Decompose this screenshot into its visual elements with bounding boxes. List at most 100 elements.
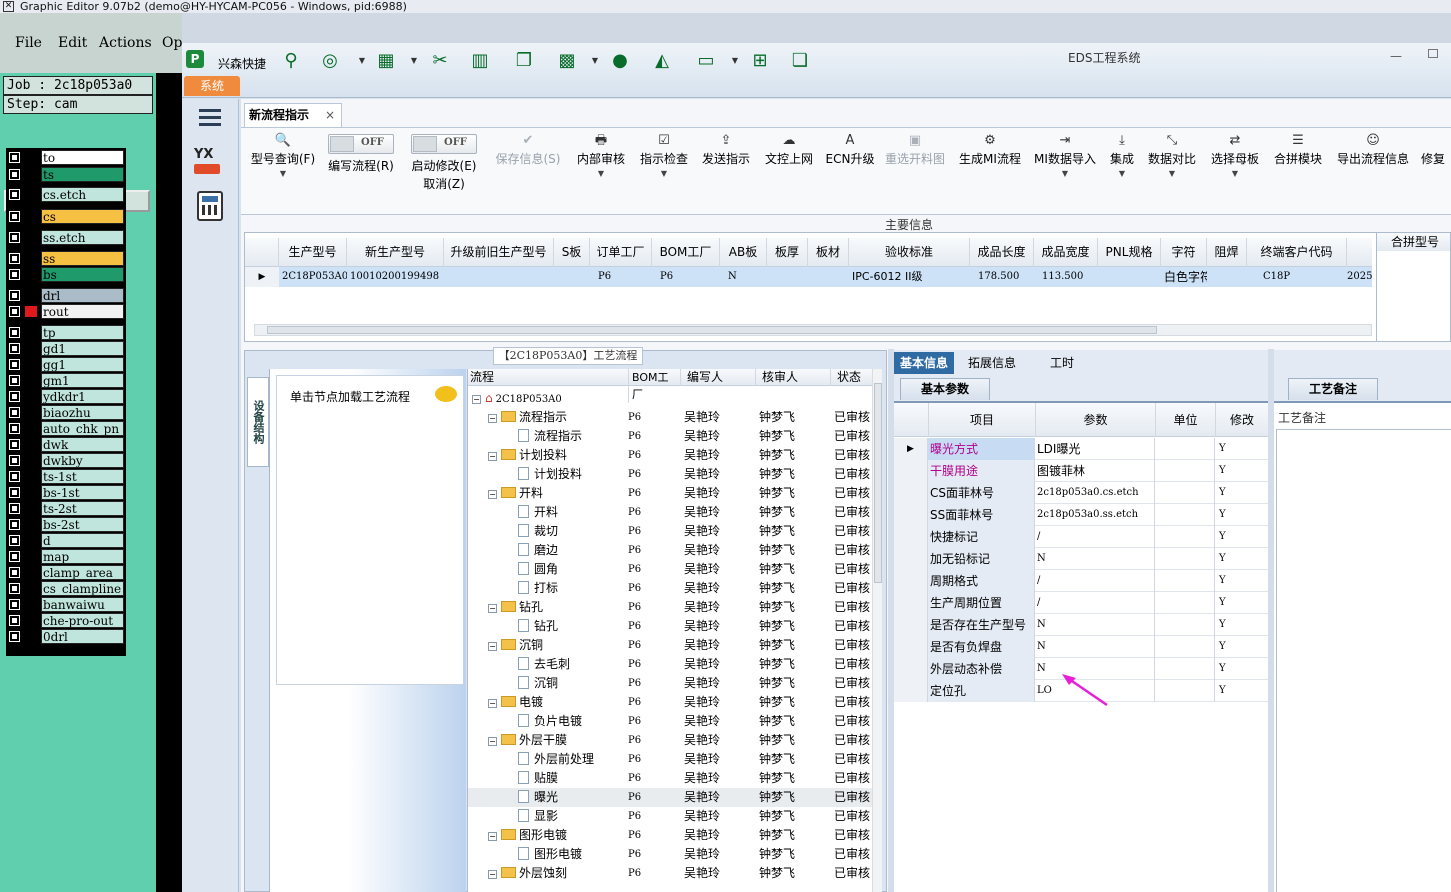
film-icon[interactable]: ▥ — [468, 49, 492, 73]
layer-checkbox[interactable] — [9, 375, 20, 386]
layer-row[interactable]: ts-1st — [6, 469, 126, 484]
layer-row[interactable]: che-pro-out — [6, 613, 126, 628]
collapse-icon[interactable]: − — [488, 737, 497, 746]
tree-col-status[interactable]: 状态 — [830, 369, 873, 386]
menu-edit[interactable]: Edit — [58, 35, 87, 51]
layer-name[interactable]: gd1 — [41, 341, 124, 356]
col-header[interactable]: 验收标准 — [849, 238, 970, 267]
layer-name[interactable]: che-pro-out — [41, 613, 124, 628]
col-header[interactable]: 阻焊 — [1207, 238, 1247, 267]
layer-checkbox[interactable] — [9, 327, 20, 338]
col-header[interactable]: 字符 — [1161, 238, 1207, 267]
ribbon-merge-module[interactable]: ☰ 合拼模块 — [1272, 130, 1324, 200]
tree-node[interactable]: − 计划投料 — [488, 446, 567, 465]
param-value[interactable]: / — [1035, 592, 1155, 614]
layer-row[interactable]: bs — [6, 267, 126, 282]
menu-actions[interactable]: Actions — [99, 35, 152, 51]
quick-logo-icon[interactable]: P — [186, 50, 204, 68]
layer-name[interactable]: dwkby — [41, 453, 124, 468]
dropdown-arrow-icon[interactable]: ▼ — [357, 49, 367, 73]
tree-row[interactable]: 圆角 P6 吴艳玲 钟梦飞 已审核 — [468, 560, 873, 579]
tree-row[interactable]: 图形电镀 P6 吴艳玲 钟梦飞 已审核 — [468, 845, 873, 864]
tree-node[interactable]: 去毛刺 — [518, 655, 570, 674]
layer-checkbox[interactable] — [9, 503, 20, 514]
collapse-icon[interactable]: − — [488, 604, 497, 613]
ribbon-export-flow-info[interactable]: ☺ 导出流程信息 — [1335, 130, 1411, 200]
layer-row[interactable]: bs-1st — [6, 485, 126, 500]
tree-row[interactable]: 磨边 P6 吴艳玲 钟梦飞 已审核 — [468, 541, 873, 560]
menu-options[interactable]: Options — [162, 35, 182, 51]
tree-node[interactable]: 图形电镀 — [518, 845, 582, 864]
layer-row[interactable]: ss.etch — [6, 230, 126, 245]
layer-checkbox[interactable] — [9, 232, 20, 243]
tree-node[interactable]: 开料 — [518, 503, 558, 522]
layer-checkbox[interactable] — [9, 169, 20, 180]
tree-node[interactable]: − 外层蚀刻 — [488, 864, 567, 883]
tree-row[interactable]: − 外层蚀刻 P6 吴艳玲 钟梦飞 已审核 — [468, 864, 873, 883]
tree-node[interactable]: − 开料 — [488, 484, 543, 503]
param-value[interactable]: / — [1035, 526, 1155, 548]
layer-name[interactable]: ts — [41, 167, 124, 182]
ribbon-select-mother-board[interactable]: ⇄ 选择母板 ▼ — [1209, 130, 1261, 200]
system-tab[interactable]: 系统 — [184, 76, 240, 96]
ribbon-reselect-cut-drawing[interactable]: ▣ 重选开料图 — [883, 130, 947, 200]
layer-row[interactable]: banwaiwu — [6, 597, 126, 612]
param-col-item[interactable]: 项目 — [928, 403, 1035, 437]
tree-node[interactable]: − 电镀 — [488, 693, 543, 712]
close-icon[interactable]: × — [325, 104, 335, 126]
tree-row[interactable]: 去毛刺 P6 吴艳玲 钟梦飞 已审核 — [468, 655, 873, 674]
layer-checkbox[interactable] — [9, 189, 20, 200]
col-header[interactable]: PNL规格 — [1098, 238, 1161, 267]
ribbon-check-instruction[interactable]: ☑ 指示检查 ▼ — [638, 130, 690, 200]
layer-row[interactable]: ts — [6, 167, 126, 182]
layer-name[interactable]: map — [41, 549, 124, 564]
layer-checkbox[interactable] — [9, 290, 20, 301]
table-icon[interactable]: ▦ — [374, 49, 398, 73]
param-col-value[interactable]: 参数 — [1035, 403, 1155, 437]
grid-icon[interactable]: ▩ — [555, 49, 579, 73]
param-value[interactable]: N — [1035, 636, 1155, 658]
ribbon-save-info[interactable]: ✔ 保存信息(S) — [493, 130, 563, 200]
layer-name[interactable]: clamp_area — [41, 565, 124, 580]
layer-name[interactable]: dwk — [41, 437, 124, 452]
layer-color-swatch[interactable] — [25, 306, 37, 317]
lifebuoy-icon[interactable]: ◎ — [318, 49, 342, 73]
tree-node[interactable]: 外层前处理 — [518, 750, 594, 769]
tree-row[interactable]: − 电镀 P6 吴艳玲 钟梦飞 已审核 — [468, 693, 873, 712]
layer-row[interactable]: rout — [6, 304, 126, 319]
tree-row[interactable]: − 外层干膜 P6 吴艳玲 钟梦飞 已审核 — [468, 731, 873, 750]
ribbon-internal-review[interactable]: 🖶 内部审核 ▼ — [575, 130, 627, 200]
tree-node[interactable]: 打标 — [518, 579, 558, 598]
tree-row[interactable]: − 计划投料 P6 吴艳玲 钟梦飞 已审核 — [468, 446, 873, 465]
layer-checkbox[interactable] — [9, 407, 20, 418]
layer-name[interactable]: to — [41, 150, 124, 165]
param-row[interactable]: 快捷标记 / Y — [894, 526, 1268, 548]
scissors-icon[interactable]: ✂ — [428, 49, 452, 73]
param-value[interactable]: 2c18p053a0.ss.etch — [1035, 504, 1155, 526]
layer-name[interactable]: bs-1st — [41, 485, 124, 500]
pages-icon[interactable]: ❏ — [788, 49, 812, 73]
maximize-button[interactable] — [1428, 49, 1438, 58]
tab-craft-notes[interactable]: 工艺备注 — [1288, 378, 1378, 400]
layer-checkbox[interactable] — [9, 211, 20, 222]
layer-row[interactable]: map — [6, 549, 126, 564]
tree-row[interactable]: 沉铜 P6 吴艳玲 钟梦飞 已审核 — [468, 674, 873, 693]
param-value[interactable]: N — [1035, 614, 1155, 636]
laptop-icon[interactable]: ▭ — [694, 49, 718, 73]
layer-name[interactable]: auto_chk_pn — [41, 421, 124, 436]
layer-checkbox[interactable] — [9, 631, 20, 642]
layer-name[interactable]: cs.etch — [41, 187, 124, 202]
col-header[interactable]: 终端客户代码 — [1247, 238, 1347, 267]
tree-node[interactable]: 贴膜 — [518, 769, 558, 788]
tree-node[interactable]: 磨边 — [518, 541, 558, 560]
col-header[interactable]: 新生产型号 — [347, 238, 444, 267]
tree-row[interactable]: 开料 P6 吴艳玲 钟梦飞 已审核 — [468, 503, 873, 522]
chat-bubble-icon[interactable] — [435, 386, 457, 402]
layer-row[interactable]: gm1 — [6, 373, 126, 388]
tree-row[interactable]: 裁切 P6 吴艳玲 钟梦飞 已审核 — [468, 522, 873, 541]
layer-row[interactable]: cs_clampline — [6, 581, 126, 596]
col-header[interactable]: AB板 — [720, 238, 767, 267]
col-header[interactable]: BOM工厂 — [652, 238, 720, 267]
toggle-switch[interactable]: OFF — [411, 134, 477, 154]
layer-checkbox[interactable] — [9, 519, 20, 530]
